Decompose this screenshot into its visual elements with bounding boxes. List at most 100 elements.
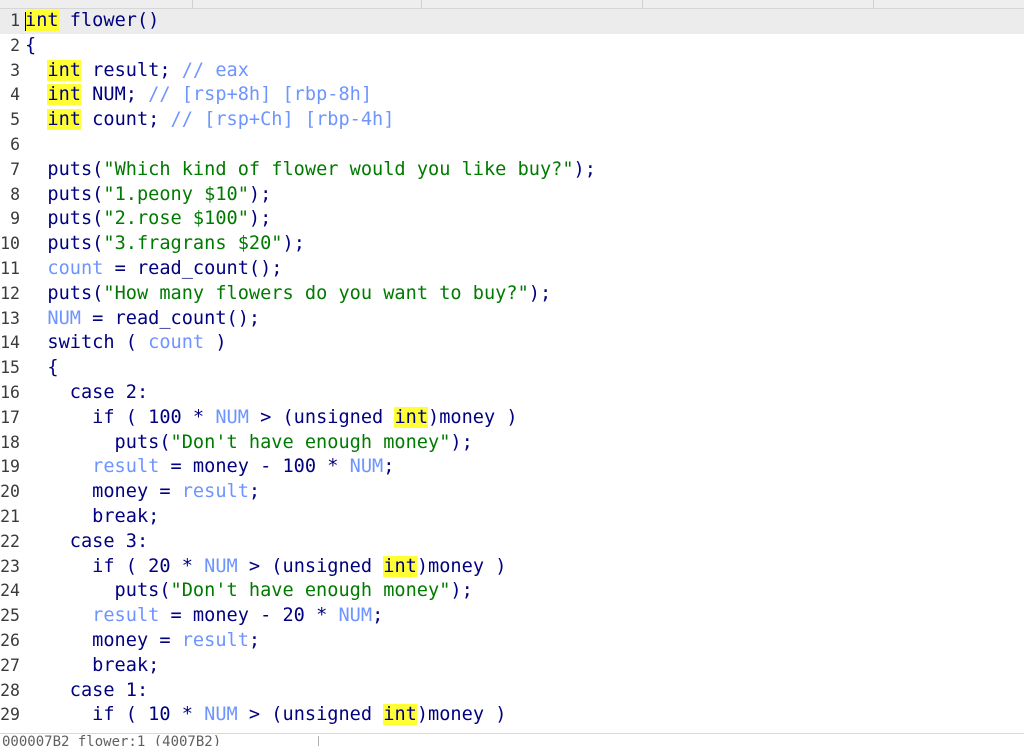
tab-strip-segment[interactable]	[193, 0, 422, 8]
string-literal[interactable]: "2.rose $100"	[103, 208, 249, 229]
code-text[interactable]: = read_count();	[81, 308, 260, 329]
code-text[interactable]: break;	[25, 506, 159, 527]
code-text[interactable]: = money - 20 *	[159, 605, 338, 626]
code-line[interactable]: 27 break;	[0, 654, 1024, 679]
code-content[interactable]: switch ( count )	[25, 331, 226, 356]
code-text[interactable]: if ( 10 *	[25, 704, 204, 725]
code-text[interactable]: result;	[81, 60, 182, 81]
code-text[interactable]: > (unsigned	[238, 556, 384, 577]
code-text[interactable]: puts(	[25, 233, 103, 254]
keyword-highlight[interactable]: int	[394, 406, 429, 428]
code-line[interactable]: 23 if ( 20 * NUM > (unsigned int)money )	[0, 555, 1024, 580]
string-literal[interactable]: "Which kind of flower would you like buy…	[103, 159, 573, 180]
code-text[interactable]: )money )	[417, 704, 507, 725]
code-content[interactable]: puts("Don't have enough money");	[25, 431, 473, 456]
code-line[interactable]: 3 int result; // eax	[0, 59, 1024, 84]
code-line[interactable]: 4 int NUM; // [rsp+8h] [rbp-8h]	[0, 83, 1024, 108]
tab-strip-segment[interactable]	[0, 0, 193, 8]
variable-name[interactable]: result	[182, 630, 249, 651]
string-literal[interactable]: "Don't have enough money"	[171, 432, 451, 453]
code-content[interactable]: money = result;	[25, 629, 260, 654]
code-content[interactable]: puts("Don't have enough money");	[25, 579, 473, 604]
code-text[interactable]: );	[450, 580, 472, 601]
code-content[interactable]: break;	[25, 505, 159, 530]
code-text[interactable]: );	[249, 208, 271, 229]
code-text[interactable]: ;	[249, 630, 260, 651]
code-line[interactable]: 26 money = result;	[0, 629, 1024, 654]
code-content[interactable]: int flower()	[25, 9, 159, 34]
comment-text[interactable]: // eax	[182, 60, 249, 81]
code-line[interactable]: 28 case 1:	[0, 679, 1024, 704]
code-line[interactable]: 5 int count; // [rsp+Ch] [rbp-4h]	[0, 108, 1024, 133]
code-text[interactable]	[25, 605, 92, 626]
code-line[interactable]: 13 NUM = read_count();	[0, 307, 1024, 332]
code-text[interactable]: );	[450, 432, 472, 453]
keyword-highlight[interactable]: int	[47, 59, 81, 81]
code-content[interactable]: puts("1.peony $10");	[25, 183, 271, 208]
code-text[interactable]: count;	[81, 109, 171, 130]
tab-strip-segment[interactable]	[643, 0, 874, 8]
code-content[interactable]: int result; // eax	[25, 59, 249, 84]
code-line[interactable]: 24 puts("Don't have enough money");	[0, 579, 1024, 604]
code-text[interactable]: );	[283, 233, 305, 254]
code-content[interactable]: {	[25, 34, 36, 59]
code-text[interactable]: ;	[383, 456, 394, 477]
code-content[interactable]: case 2:	[25, 381, 148, 406]
code-text[interactable]: case 3:	[25, 531, 148, 552]
string-literal[interactable]: "3.fragrans $20"	[103, 233, 282, 254]
code-text[interactable]: );	[529, 283, 551, 304]
code-text[interactable]: );	[574, 159, 596, 180]
code-line[interactable]: 11 count = read_count();	[0, 257, 1024, 282]
code-text[interactable]: puts(	[25, 208, 103, 229]
pseudocode-editor[interactable]: 1 int flower() 2{3 int result; // eax 4 int…	[0, 8, 1024, 728]
code-line[interactable]: 19 result = money - 100 * NUM;	[0, 455, 1024, 480]
code-content[interactable]: NUM = read_count();	[25, 307, 260, 332]
code-text[interactable]: )money )	[417, 556, 507, 577]
variable-name[interactable]: NUM	[47, 308, 81, 329]
variable-name[interactable]: result	[182, 481, 249, 502]
code-text[interactable]: ;	[372, 605, 383, 626]
keyword-highlight[interactable]: int	[47, 109, 81, 131]
keyword-highlight[interactable]: int	[47, 84, 81, 106]
string-literal[interactable]: "1.peony $10"	[103, 184, 249, 205]
code-content[interactable]: {	[25, 356, 58, 381]
code-line[interactable]: 12 puts("How many flowers do you want to…	[0, 282, 1024, 307]
code-content[interactable]: money = result;	[25, 480, 260, 505]
code-line[interactable]: 25 result = money - 20 * NUM;	[0, 604, 1024, 629]
code-line[interactable]: 21 break;	[0, 505, 1024, 530]
code-text[interactable]: > (unsigned	[238, 704, 384, 725]
code-line[interactable]: 8 puts("1.peony $10");	[0, 183, 1024, 208]
code-content[interactable]: int NUM; // [rsp+8h] [rbp-8h]	[25, 83, 372, 108]
code-line[interactable]: 17 if ( 100 * NUM > (unsigned int)money …	[0, 406, 1024, 431]
tab-strip-segment[interactable]	[422, 0, 643, 8]
code-content[interactable]: case 1:	[25, 679, 148, 704]
code-content[interactable]: count = read_count();	[25, 257, 282, 282]
variable-name[interactable]: count	[47, 258, 103, 279]
code-line[interactable]: 16 case 2:	[0, 381, 1024, 406]
code-text[interactable]: )money )	[428, 407, 518, 428]
code-text[interactable]: puts(	[25, 184, 103, 205]
variable-name[interactable]: NUM	[338, 605, 372, 626]
code-content[interactable]: case 3:	[25, 530, 148, 555]
code-text[interactable]: case 1:	[25, 680, 148, 701]
code-text[interactable]: case 2:	[25, 382, 148, 403]
keyword-highlight[interactable]: int	[25, 10, 59, 31]
code-text[interactable]: {	[25, 357, 58, 378]
string-literal[interactable]: "How many flowers do you want to buy?"	[103, 283, 528, 304]
code-line[interactable]: 18 puts("Don't have enough money");	[0, 431, 1024, 456]
code-text[interactable]	[25, 308, 47, 329]
code-text[interactable]: puts(	[25, 159, 103, 180]
code-content[interactable]: result = money - 20 * NUM;	[25, 604, 383, 629]
code-line[interactable]: 29 if ( 10 * NUM > (unsigned int)money )	[0, 703, 1024, 728]
code-content[interactable]: int count; // [rsp+Ch] [rbp-4h]	[25, 108, 394, 133]
code-line[interactable]: 6	[0, 133, 1024, 158]
code-text[interactable]	[25, 109, 47, 130]
keyword-highlight[interactable]: int	[383, 555, 417, 577]
code-line[interactable]: 20 money = result;	[0, 480, 1024, 505]
code-text[interactable]: money =	[25, 630, 182, 651]
code-text[interactable]: if ( 100 *	[25, 407, 215, 428]
code-text[interactable]: > (unsigned	[249, 407, 395, 428]
variable-name[interactable]: NUM	[204, 556, 238, 577]
code-text[interactable]: puts(	[25, 432, 171, 453]
code-text[interactable]	[25, 258, 47, 279]
